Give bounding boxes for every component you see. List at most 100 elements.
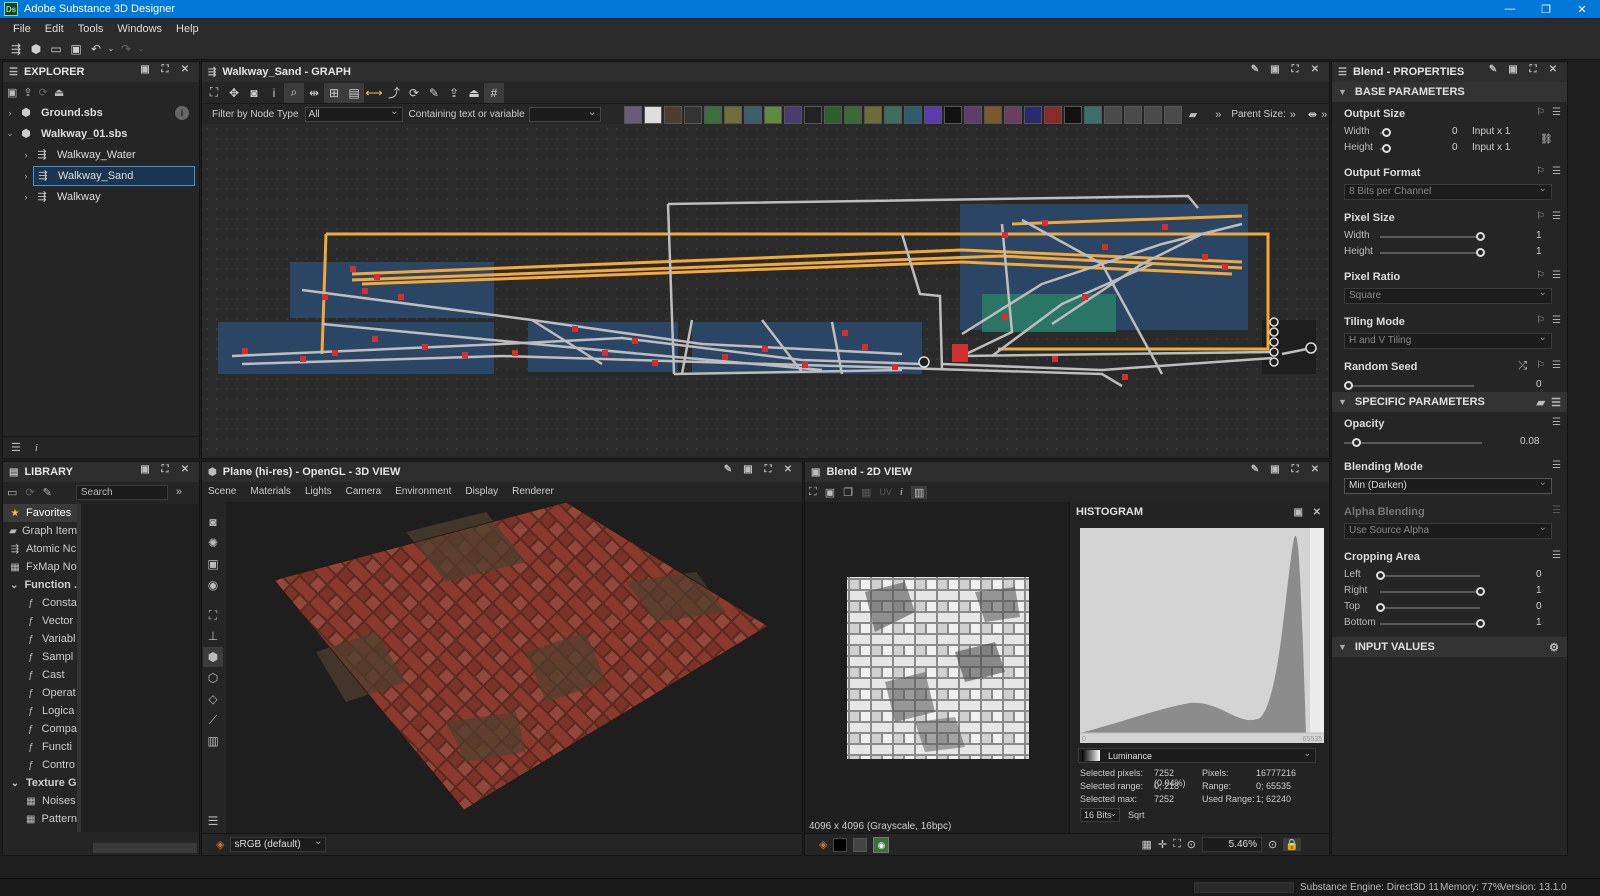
crop-top-value[interactable]: 0 xyxy=(1536,601,1542,612)
bitmap-node-icon[interactable] xyxy=(623,105,642,124)
pixel-height-slider[interactable] xyxy=(1380,248,1485,257)
shuffle-icon[interactable]: ⤮ xyxy=(1518,360,1527,373)
layers-icon[interactable]: ◈ xyxy=(819,838,827,851)
stats-icon[interactable]: ▥ xyxy=(203,731,223,751)
tree-item-walkway-water[interactable]: › ⇶ Walkway_Water xyxy=(3,144,199,165)
menu-icon[interactable]: ☰ xyxy=(1552,460,1561,471)
float-icon[interactable]: ▣ xyxy=(1294,507,1303,518)
menu-edit[interactable]: Edit xyxy=(45,23,64,35)
save-package-icon[interactable]: ▣ xyxy=(7,86,17,99)
shape-node-icon[interactable] xyxy=(983,105,1002,124)
float-icon[interactable]: ▣ xyxy=(135,464,155,475)
library-item-favorites[interactable]: ★ Favorites xyxy=(3,504,77,522)
close-window-button[interactable]: ✕ xyxy=(1564,0,1600,18)
library-item-control[interactable]: ƒ Contro xyxy=(3,756,77,774)
tree-view-icon[interactable]: ☰ xyxy=(11,441,21,454)
pin-icon[interactable]: ✎ xyxy=(1483,64,1503,75)
close-icon[interactable]: ✕ xyxy=(175,464,195,475)
random-seed-slider[interactable] xyxy=(1344,381,1474,390)
sqrt-toggle[interactable]: Sqrt xyxy=(1128,810,1145,820)
library-item-operator[interactable]: ƒ Operat xyxy=(3,684,77,702)
info-icon[interactable]: i xyxy=(900,486,903,498)
sharpen-node-icon[interactable] xyxy=(883,105,902,124)
library-item-comparison[interactable]: ƒ Compa xyxy=(3,720,77,738)
save-image-icon[interactable]: ▣ xyxy=(825,486,835,499)
undo-icon[interactable]: ↶ xyxy=(86,42,106,56)
library-item-fxmap-nodes[interactable]: ▦ FxMap No xyxy=(3,558,77,576)
pixel-processor-node-icon[interactable] xyxy=(1043,105,1062,124)
menu-icon[interactable]: ☰ xyxy=(1552,166,1561,177)
undo-dropdown-icon[interactable]: ⌄ xyxy=(106,44,116,53)
chevron-right-icon[interactable]: › xyxy=(19,192,33,202)
frame-node-icon[interactable] xyxy=(1143,105,1162,124)
copy-icon[interactable]: ❐ xyxy=(843,486,853,499)
pin-icon[interactable]: ✎ xyxy=(1245,64,1265,75)
maximize-icon[interactable]: ⛶ xyxy=(155,64,175,75)
comment-icon[interactable]: ▰ xyxy=(1189,108,1197,121)
noise-node-icon[interactable] xyxy=(943,105,962,124)
library-item-logical[interactable]: ƒ Logica xyxy=(3,702,77,720)
view2d-viewport[interactable]: 4096 x 4096 (Grayscale, 16bpc) xyxy=(805,502,1069,834)
library-search-input[interactable]: Search xyxy=(75,484,168,500)
levels-node-icon[interactable] xyxy=(663,105,682,124)
library-item-graph-items[interactable]: ▰ Graph Item xyxy=(3,522,77,540)
input-values-section[interactable]: ▼ INPUT VALUES ⚙ xyxy=(1332,637,1567,657)
histogram-graph[interactable]: 0 65535 xyxy=(1080,528,1324,743)
svg-node-icon[interactable] xyxy=(1083,105,1102,124)
opacity-value[interactable]: 0.08 xyxy=(1520,436,1539,447)
value-node-icon[interactable] xyxy=(1063,105,1082,124)
layout-icon[interactable]: ⊞ xyxy=(324,82,344,103)
frame-all-icon[interactable]: ⛶ xyxy=(204,83,224,103)
info-icon[interactable]: i xyxy=(35,442,38,454)
tree-item-walkway-sand[interactable]: › ⇶ Walkway_Sand xyxy=(3,165,199,186)
connector-icon[interactable]: ⇼ xyxy=(1308,108,1317,121)
library-item-texture-generators[interactable]: ⌄ Texture G xyxy=(3,774,77,792)
input-node-icon[interactable] xyxy=(1103,105,1122,124)
tile-node-icon[interactable] xyxy=(803,105,822,124)
refresh-icon[interactable]: ⟳ xyxy=(25,486,34,499)
graph-canvas[interactable] xyxy=(202,124,1329,458)
fit-view-icon[interactable]: ⛶ xyxy=(809,486,817,499)
output-height-slider[interactable] xyxy=(1380,144,1391,153)
close-icon[interactable]: ✕ xyxy=(1543,64,1563,75)
new-package-icon[interactable]: ⬢ xyxy=(26,42,46,56)
view3d-viewport[interactable] xyxy=(226,501,802,834)
menu-icon[interactable]: ☰ xyxy=(1552,360,1561,371)
light-icon[interactable]: ✺ xyxy=(203,533,223,553)
search-icon[interactable]: ⌕ xyxy=(284,82,304,103)
export-icon[interactable]: ⇪ xyxy=(23,86,32,99)
library-item-vector[interactable]: ƒ Vector xyxy=(3,612,77,630)
tiling-icon[interactable]: ▦ xyxy=(861,486,871,499)
settings-icon[interactable]: ⚙ xyxy=(1549,641,1559,654)
output-format-select[interactable]: 8 Bits per Channel xyxy=(1344,182,1552,200)
redo-dropdown-icon[interactable]: ⌄ xyxy=(136,44,146,53)
link-icon[interactable]: ⇹ xyxy=(304,83,324,103)
tree-view-icon[interactable]: ☰ xyxy=(203,811,223,831)
frame-icon[interactable]: ⛶ xyxy=(203,605,223,625)
library-content-area[interactable] xyxy=(81,504,199,832)
emboss-node-icon[interactable] xyxy=(843,105,862,124)
pixel-width-value[interactable]: 1 xyxy=(1536,230,1542,241)
crop-left-slider[interactable] xyxy=(1376,571,1480,580)
view3d-menu-renderer[interactable]: Renderer xyxy=(512,486,554,497)
inherit-icon[interactable]: ⚐ xyxy=(1536,211,1545,222)
menu-tools[interactable]: Tools xyxy=(78,23,104,35)
view3d-menu-materials[interactable]: Materials xyxy=(250,486,291,497)
info-icon[interactable]: i xyxy=(264,83,284,103)
fxmap-node-icon[interactable] xyxy=(1023,105,1042,124)
link-icon[interactable]: ⛓ xyxy=(1540,134,1553,145)
blending-mode-select[interactable]: Min (Darken) xyxy=(1344,476,1552,494)
menu-icon[interactable]: ☰ xyxy=(1551,396,1561,409)
specific-parameters-section[interactable]: ▼ SPECIFIC PARAMETERS ▰ ☰ xyxy=(1332,392,1567,412)
grid-icon[interactable]: ▦ xyxy=(1141,838,1151,851)
bits-select[interactable]: 16 Bits ⌄ xyxy=(1080,808,1120,822)
inherit-icon[interactable]: ⚐ xyxy=(1536,360,1545,371)
crop-left-value[interactable]: 0 xyxy=(1536,569,1542,580)
crop-bottom-slider[interactable] xyxy=(1380,619,1485,628)
menu-windows[interactable]: Windows xyxy=(117,23,162,35)
info-icon[interactable]: i xyxy=(175,105,189,120)
output-width-value[interactable]: 0 xyxy=(1452,126,1458,137)
tree-item-ground[interactable]: › ⬢ Ground.sbs i xyxy=(3,102,199,123)
output-height-value[interactable]: 0 xyxy=(1452,142,1458,153)
pixel-picker-icon[interactable]: ✛ xyxy=(1158,838,1167,851)
